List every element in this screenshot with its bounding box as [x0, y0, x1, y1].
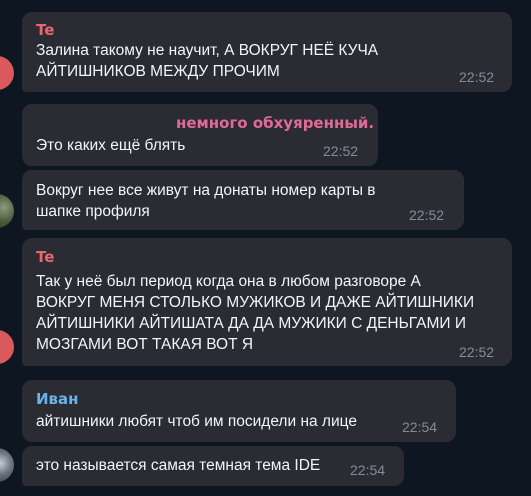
- sender-name[interactable]: Te: [36, 21, 54, 39]
- message-bubble[interactable]: Иван айтишники любят чтоб им посидели на…: [22, 380, 456, 442]
- message-bubble[interactable]: Вокруг нее все живут на донаты номер кар…: [22, 170, 464, 230]
- message-text: Залина такому не научит, А ВОКРУГ НЕЁ КУ…: [36, 42, 379, 80]
- message-text: Это каких ещё блять: [36, 137, 186, 154]
- message-bubble[interactable]: это называется самая темная тема IDE 22:…: [22, 446, 404, 486]
- message-text: Вокруг нее все живут на донаты номер кар…: [36, 182, 376, 220]
- message-text: Так у неё был период когда она в любом р…: [36, 273, 475, 353]
- message-bubble[interactable]: немного обхуяренный. Это каких ещё блять…: [22, 104, 378, 166]
- message-bubble[interactable]: Te Так у неё был период когда она в любо…: [22, 238, 512, 366]
- message-bubble[interactable]: Te Залина такому не научит, А ВОКРУГ НЕЁ…: [22, 12, 512, 92]
- message-text: айтишники любят чтоб им посидели на лице: [36, 413, 357, 430]
- message-time: 22:52: [459, 344, 495, 360]
- sender-name[interactable]: Иван: [36, 390, 79, 408]
- message-time: 22:54: [402, 419, 438, 435]
- reply-sender-name[interactable]: немного обхуяренный.: [176, 114, 374, 132]
- message-time: 22:52: [459, 69, 495, 85]
- user-avatar[interactable]: [0, 194, 14, 228]
- user-avatar[interactable]: [0, 330, 14, 364]
- user-avatar[interactable]: [0, 56, 14, 90]
- chat-history[interactable]: Te Залина такому не научит, А ВОКРУГ НЕЁ…: [0, 0, 531, 496]
- message-time: 22:52: [409, 207, 445, 223]
- user-avatar[interactable]: [0, 448, 14, 482]
- message-time: 22:52: [323, 143, 359, 159]
- message-time: 22:54: [350, 462, 386, 478]
- sender-name[interactable]: Te: [36, 248, 54, 266]
- message-text: это называется самая темная тема IDE: [36, 457, 321, 474]
